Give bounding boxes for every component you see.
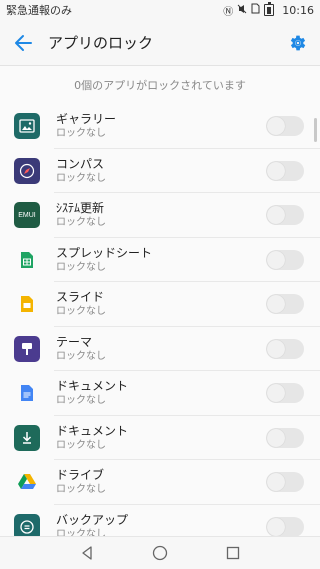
list-item[interactable]: スプレッドシート ロックなし <box>0 238 320 282</box>
lock-status: ロックなし <box>56 528 106 536</box>
lock-toggle[interactable] <box>266 472 304 493</box>
sheets-icon <box>14 247 40 273</box>
page-title: アプリのロック <box>48 34 154 52</box>
emui-update-icon: EMUI <box>14 202 40 229</box>
lock-status: ロックなし <box>56 261 106 273</box>
square-recents-icon <box>227 546 240 560</box>
lock-status: ロックなし <box>56 395 106 407</box>
app-list[interactable]: ギャラリー ロックなし コンパス ロックなし EMUI ｼｽﾃﾑ更新 ロックなし スプレッドシ… <box>0 104 320 536</box>
screen: 緊急通報のみ Ⓝ 10:16 アプリのロック 0個のアプリがロックされています … <box>0 0 320 569</box>
app-name: テーマ <box>56 334 93 349</box>
lock-toggle[interactable] <box>266 116 304 137</box>
lock-status: ロックなし <box>56 350 106 362</box>
app-name: スライド <box>56 290 105 305</box>
circle-home-icon <box>152 545 168 561</box>
clock: 10:16 <box>282 3 314 17</box>
back-button[interactable] <box>0 20 46 66</box>
backup-icon <box>14 513 40 536</box>
lock-toggle[interactable] <box>266 383 304 404</box>
sim-icon <box>251 3 260 17</box>
nav-home-button[interactable] <box>145 538 175 568</box>
locked-count-summary: 0個のアプリがロックされています <box>0 66 320 104</box>
list-item[interactable]: ドキュメント ロックなし <box>0 371 320 416</box>
compass-icon <box>14 157 40 184</box>
list-item[interactable]: EMUI ｼｽﾃﾑ更新 ロックなし <box>0 193 320 238</box>
list-item[interactable]: コンパス ロックなし <box>0 149 320 193</box>
app-name: ドキュメント <box>56 379 129 394</box>
lock-status: ロックなし <box>56 439 106 451</box>
app-texts: ドキュメント ロックなし <box>56 379 266 407</box>
app-bar: アプリのロック <box>0 20 320 66</box>
lock-toggle[interactable] <box>266 160 304 181</box>
lock-status: ロックなし <box>56 217 106 229</box>
theme-brush-icon <box>14 335 40 362</box>
battery-icon <box>264 2 275 16</box>
lock-status: ロックなし <box>56 306 106 318</box>
nfc-icon: Ⓝ <box>223 6 234 18</box>
download-icon <box>14 424 40 451</box>
app-texts: スプレッドシート ロックなし <box>56 246 266 274</box>
app-texts: バックアップ ロックなし <box>56 513 266 536</box>
nav-back-button[interactable] <box>72 538 102 568</box>
app-texts: スライド ロックなし <box>56 290 266 318</box>
list-item[interactable]: スライド ロックなし <box>0 282 320 327</box>
docs-icon <box>14 380 40 406</box>
gallery-icon <box>14 113 40 140</box>
app-name: ドライブ <box>56 468 105 483</box>
back-arrow-icon <box>15 34 32 51</box>
mute-icon <box>237 4 247 17</box>
list-item[interactable]: バックアップ ロックなし <box>0 505 320 536</box>
app-name: コンパス <box>56 156 105 171</box>
status-bar: 緊急通報のみ Ⓝ 10:16 <box>0 0 320 20</box>
lock-toggle[interactable] <box>266 249 304 270</box>
scrollbar[interactable] <box>314 118 317 142</box>
lock-toggle[interactable] <box>266 205 304 226</box>
lock-toggle[interactable] <box>266 294 304 315</box>
slides-icon <box>14 291 40 317</box>
list-item[interactable]: テーマ ロックなし <box>0 327 320 371</box>
lock-status: ロックなし <box>56 128 106 140</box>
app-texts: テーマ ロックなし <box>56 335 266 363</box>
app-texts: コンパス ロックなし <box>56 157 266 185</box>
app-name: ｼｽﾃﾑ更新 <box>56 201 105 216</box>
settings-button[interactable] <box>276 20 320 66</box>
lock-toggle[interactable] <box>266 338 304 359</box>
lock-status: ロックなし <box>56 484 106 496</box>
list-item[interactable]: ギャラリー ロックなし <box>0 104 320 149</box>
lock-status: ロックなし <box>56 172 106 184</box>
list-item[interactable]: ドキュメント ロックなし <box>0 416 320 460</box>
nav-recents-button[interactable] <box>218 538 248 568</box>
app-name: バックアップ <box>56 512 129 527</box>
triangle-back-icon <box>82 546 92 560</box>
status-icons: Ⓝ 10:16 <box>223 2 314 18</box>
app-texts: ドライブ ロックなし <box>56 468 266 496</box>
lock-toggle[interactable] <box>266 516 304 536</box>
app-name: スプレッドシート <box>56 245 153 260</box>
lock-toggle[interactable] <box>266 427 304 448</box>
app-texts: ｼｽﾃﾑ更新 ロックなし <box>56 201 266 229</box>
gear-icon <box>290 35 306 50</box>
app-name: ギャラリー <box>56 112 117 127</box>
carrier-text: 緊急通報のみ <box>6 4 72 17</box>
app-texts: ギャラリー ロックなし <box>56 112 266 140</box>
navigation-bar <box>0 536 320 569</box>
list-item[interactable]: ドライブ ロックなし <box>0 460 320 505</box>
drive-icon <box>14 469 40 495</box>
app-name: ドキュメント <box>56 423 129 438</box>
app-texts: ドキュメント ロックなし <box>56 424 266 452</box>
